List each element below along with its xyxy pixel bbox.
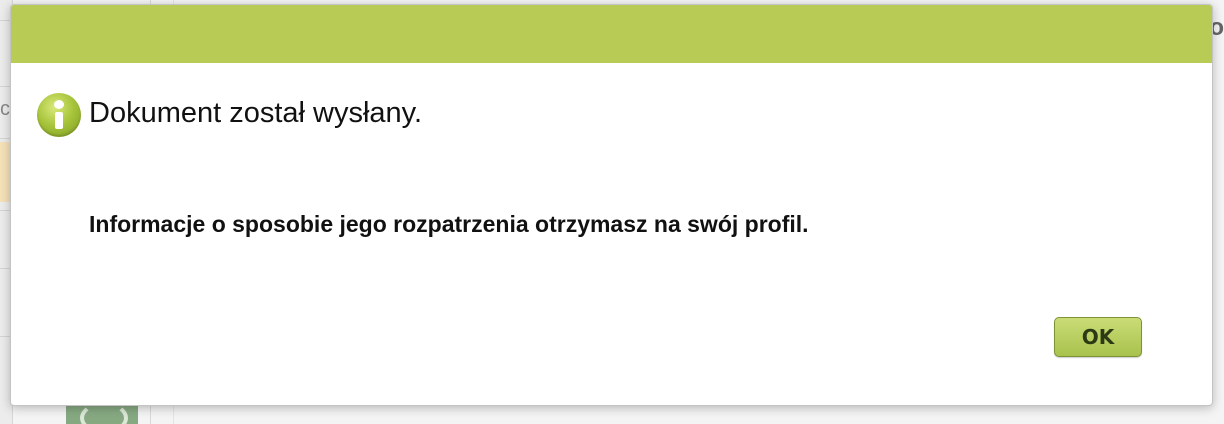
page: c o Dokument został wysłany. Informacje … bbox=[0, 0, 1224, 424]
dialog-body: Dokument został wysłany. Informacje o sp… bbox=[11, 63, 1212, 405]
background-right-panel bbox=[1212, 0, 1224, 424]
background-highlight-row bbox=[0, 142, 10, 202]
info-dialog: Dokument został wysłany. Informacje o sp… bbox=[10, 4, 1213, 406]
dialog-header-bar bbox=[11, 5, 1212, 63]
info-icon bbox=[37, 93, 81, 137]
dialog-title: Dokument został wysłany. bbox=[89, 97, 423, 129]
background-text-fragment: c bbox=[0, 98, 10, 120]
ok-button[interactable]: OK bbox=[1054, 317, 1142, 357]
info-icon-stem bbox=[55, 112, 63, 129]
dialog-message: Informacje o sposobie jego rozpatrzenia … bbox=[89, 211, 809, 237]
info-icon-dot bbox=[54, 100, 64, 109]
